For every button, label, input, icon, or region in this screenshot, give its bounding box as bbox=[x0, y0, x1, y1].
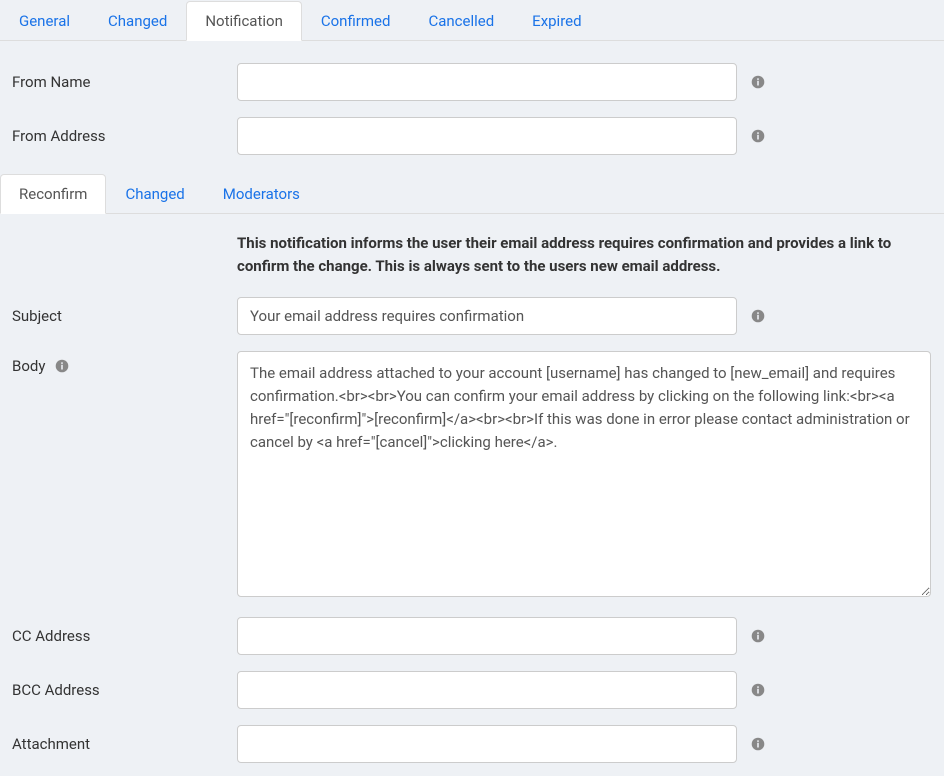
row-bcc-address: BCC Address bbox=[0, 663, 944, 717]
label-attachment: Attachment bbox=[0, 735, 237, 753]
label-subject: Subject bbox=[0, 307, 237, 325]
tab-confirmed[interactable]: Confirmed bbox=[302, 1, 410, 41]
row-from-address: From Address bbox=[0, 109, 944, 163]
textarea-body[interactable] bbox=[237, 351, 931, 597]
subtab-reconfirm[interactable]: Reconfirm bbox=[0, 174, 106, 214]
info-icon[interactable] bbox=[751, 307, 765, 325]
sub-tabs: Reconfirm Changed Moderators bbox=[0, 173, 944, 214]
description-text: This notification informs the user their… bbox=[237, 232, 944, 279]
label-body-text: Body bbox=[12, 357, 45, 375]
input-cc-address[interactable] bbox=[237, 617, 737, 655]
tab-general[interactable]: General bbox=[0, 1, 89, 41]
label-body: Body bbox=[0, 351, 237, 375]
input-from-address[interactable] bbox=[237, 117, 737, 155]
input-from-name[interactable] bbox=[237, 63, 737, 101]
tab-changed[interactable]: Changed bbox=[89, 1, 186, 41]
main-tabs: General Changed Notification Confirmed C… bbox=[0, 0, 944, 41]
info-icon[interactable] bbox=[751, 127, 765, 145]
subtab-moderators[interactable]: Moderators bbox=[204, 174, 319, 214]
tab-cancelled[interactable]: Cancelled bbox=[409, 1, 513, 41]
input-bcc-address[interactable] bbox=[237, 671, 737, 709]
info-icon[interactable] bbox=[751, 627, 765, 645]
label-from-name: From Name bbox=[0, 73, 237, 91]
label-bcc-address: BCC Address bbox=[0, 681, 237, 699]
row-attachment: Attachment bbox=[0, 717, 944, 771]
row-cc-address: CC Address bbox=[0, 609, 944, 663]
subtab-changed[interactable]: Changed bbox=[106, 174, 203, 214]
row-body: Body bbox=[0, 343, 944, 609]
row-from-name: From Name bbox=[0, 55, 944, 109]
info-icon[interactable] bbox=[751, 735, 765, 753]
row-subject: Subject bbox=[0, 289, 944, 343]
label-cc-address: CC Address bbox=[0, 627, 237, 645]
input-attachment[interactable] bbox=[237, 725, 737, 763]
input-subject[interactable] bbox=[237, 297, 737, 335]
from-section: From Name From Address bbox=[0, 41, 944, 169]
tab-expired[interactable]: Expired bbox=[513, 1, 600, 41]
info-icon[interactable] bbox=[55, 357, 69, 375]
description-row: This notification informs the user their… bbox=[0, 214, 944, 289]
tab-notification[interactable]: Notification bbox=[186, 1, 302, 41]
info-icon[interactable] bbox=[751, 681, 765, 699]
label-from-address: From Address bbox=[0, 127, 237, 145]
info-icon[interactable] bbox=[751, 73, 765, 91]
